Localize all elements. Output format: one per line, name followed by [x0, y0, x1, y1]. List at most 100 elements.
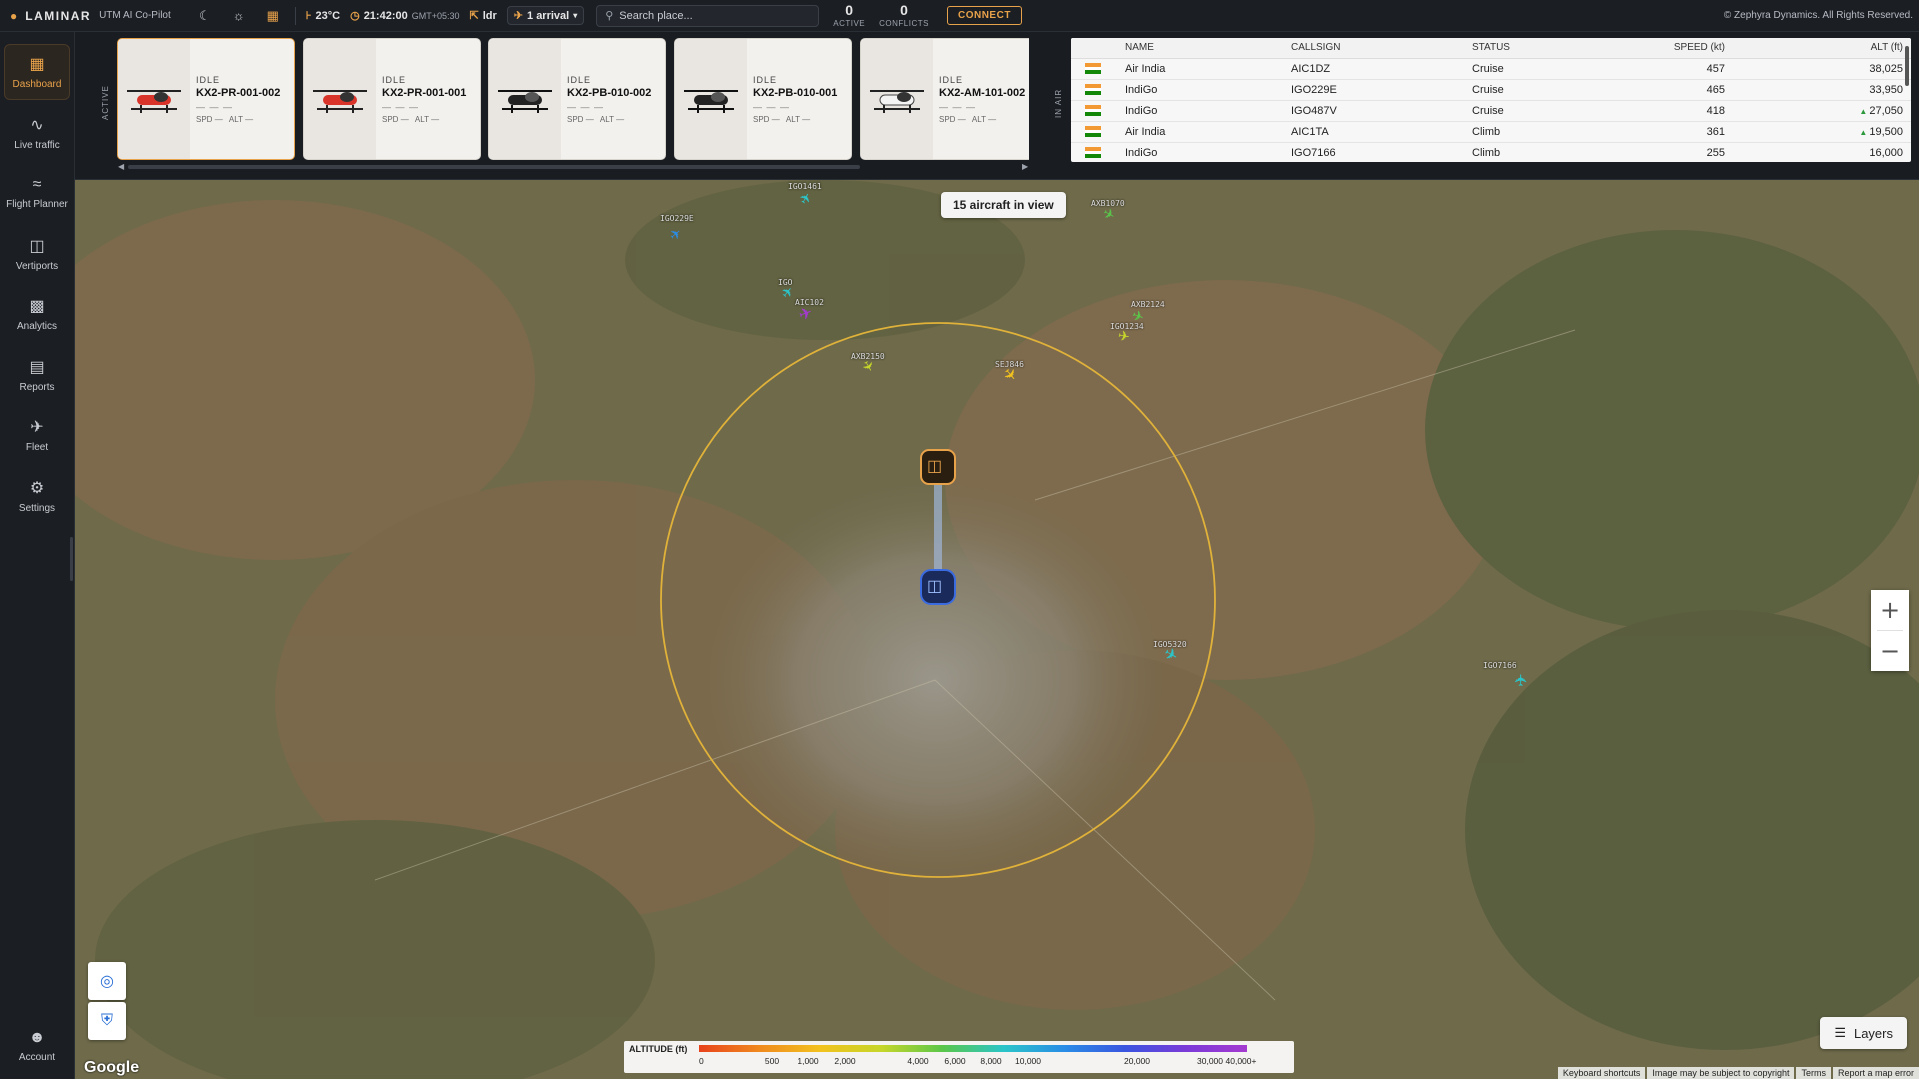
card-alt: —: [802, 114, 811, 124]
table-scrollbar[interactable]: [1905, 46, 1909, 86]
sidebar-item-label: Settings: [18, 503, 56, 514]
fleet-card[interactable]: IDLE KX2-PR-001-001 — — — SPD — ALT —: [303, 38, 481, 160]
active-label: ACTIVE: [833, 19, 866, 28]
cell-alt: 19,500: [1869, 125, 1903, 138]
report-error-link[interactable]: Report a map error: [1832, 1067, 1919, 1079]
cell-status: Climb: [1468, 121, 1568, 143]
arrivals-label: 1 arrival: [527, 9, 570, 22]
card-registration: KX2-PB-010-001: [753, 86, 838, 99]
table-row[interactable]: IndiGo IGO487V Cruise 418 ▲ 27,050: [1071, 100, 1911, 122]
card-spd: —: [400, 114, 409, 124]
card-registration: KX2-PR-001-002: [196, 86, 281, 99]
locate-button[interactable]: ◎: [88, 962, 126, 1000]
fleet-card[interactable]: IDLE KX2-PR-001-002 — — — SPD — ALT —: [117, 38, 295, 160]
cell-callsign: AIC1DZ: [1287, 58, 1468, 80]
legend-ticks: 0 500 1,000 2,000 4,000 6,000 8,000 10,0…: [699, 1056, 1259, 1068]
laminar-logo-icon: ●: [10, 8, 18, 23]
map-view[interactable]: ◫ ◫ ✈ IGO229E ✈ IGO1461 ✈ AXB1070 ✈ IGO …: [75, 180, 1919, 1079]
sun-icon[interactable]: ☼: [227, 4, 251, 28]
terms-link[interactable]: Terms: [1796, 1067, 1831, 1079]
table-row[interactable]: IndiGo IGO229E Cruise 465 33,950: [1071, 79, 1911, 101]
arrivals-dropdown[interactable]: ✈ 1 arrival ▾: [506, 6, 585, 25]
fleet-card[interactable]: IDLE KX2-PB-010-002 — — — SPD — ALT —: [488, 38, 666, 160]
aircraft-marker[interactable]: ✈: [1512, 673, 1532, 686]
temperature-value: 23°C: [315, 9, 341, 22]
aircraft-thumbnail: [675, 39, 747, 159]
card-alt-label: ALT: [785, 114, 800, 124]
location-code: ldr: [482, 9, 497, 22]
aircraft-label: AIC102: [795, 298, 824, 307]
user-icon: ☻: [28, 1029, 46, 1046]
sidebar-item-label: Fleet: [25, 442, 49, 453]
zoom-in-button[interactable]: +: [1871, 590, 1909, 630]
scroll-left-icon[interactable]: ◀: [118, 162, 124, 171]
brand-name: LAMINAR: [25, 8, 92, 23]
legend-tick: 40,000+: [1225, 1056, 1257, 1066]
temperature: ⊦ 23°C: [306, 9, 341, 23]
aircraft-label: IGO229E: [660, 214, 694, 223]
sidebar-item-dashboard[interactable]: ▦ Dashboard: [4, 44, 70, 100]
search-input[interactable]: [619, 9, 800, 22]
table-header: NAME CALLSIGN STATUS SPEED (kt) ALT (ft): [1071, 38, 1911, 59]
sidebar-item-settings[interactable]: ⚙ Settings: [4, 468, 70, 524]
zoom-controls: + −: [1871, 590, 1909, 671]
col-speed[interactable]: SPEED (kt): [1568, 38, 1733, 59]
location[interactable]: ⇱ ldr: [470, 9, 497, 23]
brand: ● LAMINAR UTM AI Co-Pilot: [10, 9, 171, 23]
fleet-card[interactable]: IDLE KX2-PB-010-001 — — — SPD — ALT —: [674, 38, 852, 160]
col-status[interactable]: STATUS: [1468, 38, 1568, 59]
legend-tick: 2,000: [834, 1056, 856, 1066]
activity-icon: ∿: [30, 117, 44, 134]
fleet-card[interactable]: IDLE KX2-AM-101-002 — — — SPD — ALT —: [860, 38, 1029, 160]
card-spd: —: [214, 114, 223, 124]
zoom-out-button[interactable]: −: [1871, 631, 1909, 671]
sidebar-item-reports[interactable]: ▤ Reports: [4, 347, 70, 403]
search-box[interactable]: ⚲: [596, 4, 820, 27]
card-dashes: — — —: [567, 101, 605, 112]
table-row[interactable]: IndiGo IGO7166 Climb 255 16,000: [1071, 142, 1911, 162]
layers-button[interactable]: ☰ Layers: [1820, 1017, 1907, 1049]
traffic-table: NAME CALLSIGN STATUS SPEED (kt) ALT (ft)…: [1071, 38, 1911, 162]
shield-button[interactable]: ⛨: [88, 1002, 126, 1040]
vertiport-destination-icon[interactable]: ◫: [927, 576, 942, 596]
keyboard-shortcuts-link[interactable]: Keyboard shortcuts: [1557, 1067, 1646, 1079]
sidebar-item-analytics[interactable]: ▩ Analytics: [4, 286, 70, 342]
col-callsign[interactable]: CALLSIGN: [1287, 38, 1468, 59]
fleet-scrollbar[interactable]: [128, 165, 860, 169]
card-status: IDLE: [753, 74, 778, 85]
aircraft-label: IGO1461: [788, 182, 822, 191]
sidebar-item-fleet[interactable]: ✈ Fleet: [4, 407, 70, 463]
climb-arrow-icon: ▲: [1859, 106, 1868, 116]
moon-icon[interactable]: ☾: [193, 4, 217, 28]
cell-callsign: IGO7166: [1287, 142, 1468, 162]
card-alt-label: ALT: [228, 114, 243, 124]
aircraft-label: IGO1234: [1110, 322, 1144, 331]
cell-name: IndiGo: [1121, 142, 1287, 162]
crosshair-icon: ◎: [100, 973, 114, 990]
sidebar-item-live-traffic[interactable]: ∿ Live traffic: [4, 105, 70, 161]
climb-arrow-icon: ▲: [1859, 127, 1868, 137]
sidebar-item-flight-planner[interactable]: ≈ Flight Planner: [4, 165, 70, 221]
sidebar-item-vertiports[interactable]: ◫ Vertiports: [4, 226, 70, 282]
table-row[interactable]: Air India AIC1TA Climb 361 ▲ 19,500: [1071, 121, 1911, 143]
col-name[interactable]: NAME: [1121, 38, 1287, 59]
sidebar-resize-handle[interactable]: [70, 537, 73, 581]
legend-tick: 30,000: [1197, 1056, 1223, 1066]
card-registration: KX2-PR-001-001: [382, 86, 467, 99]
col-alt[interactable]: ALT (ft): [1733, 38, 1911, 59]
cell-status: Climb: [1468, 142, 1568, 162]
table-row[interactable]: Air India AIC1DZ Cruise 457 38,025: [1071, 58, 1911, 80]
map-icon[interactable]: ▦: [261, 4, 285, 28]
google-logo: Google: [84, 1059, 140, 1076]
cell-name: Air India: [1121, 58, 1287, 80]
aircraft-thumbnail: [861, 39, 933, 159]
scroll-right-icon[interactable]: ▶: [1022, 162, 1028, 171]
document-icon: ▤: [29, 359, 45, 376]
cell-speed: 255: [1568, 142, 1733, 162]
sidebar-item-account[interactable]: ☻ Account: [4, 1018, 70, 1074]
gear-icon: ⚙: [29, 480, 45, 497]
vertiport-origin-icon[interactable]: ◫: [927, 456, 942, 476]
card-alt-label: ALT: [414, 114, 429, 124]
legend-tick: 0: [699, 1056, 704, 1066]
connect-button[interactable]: CONNECT: [946, 6, 1022, 25]
